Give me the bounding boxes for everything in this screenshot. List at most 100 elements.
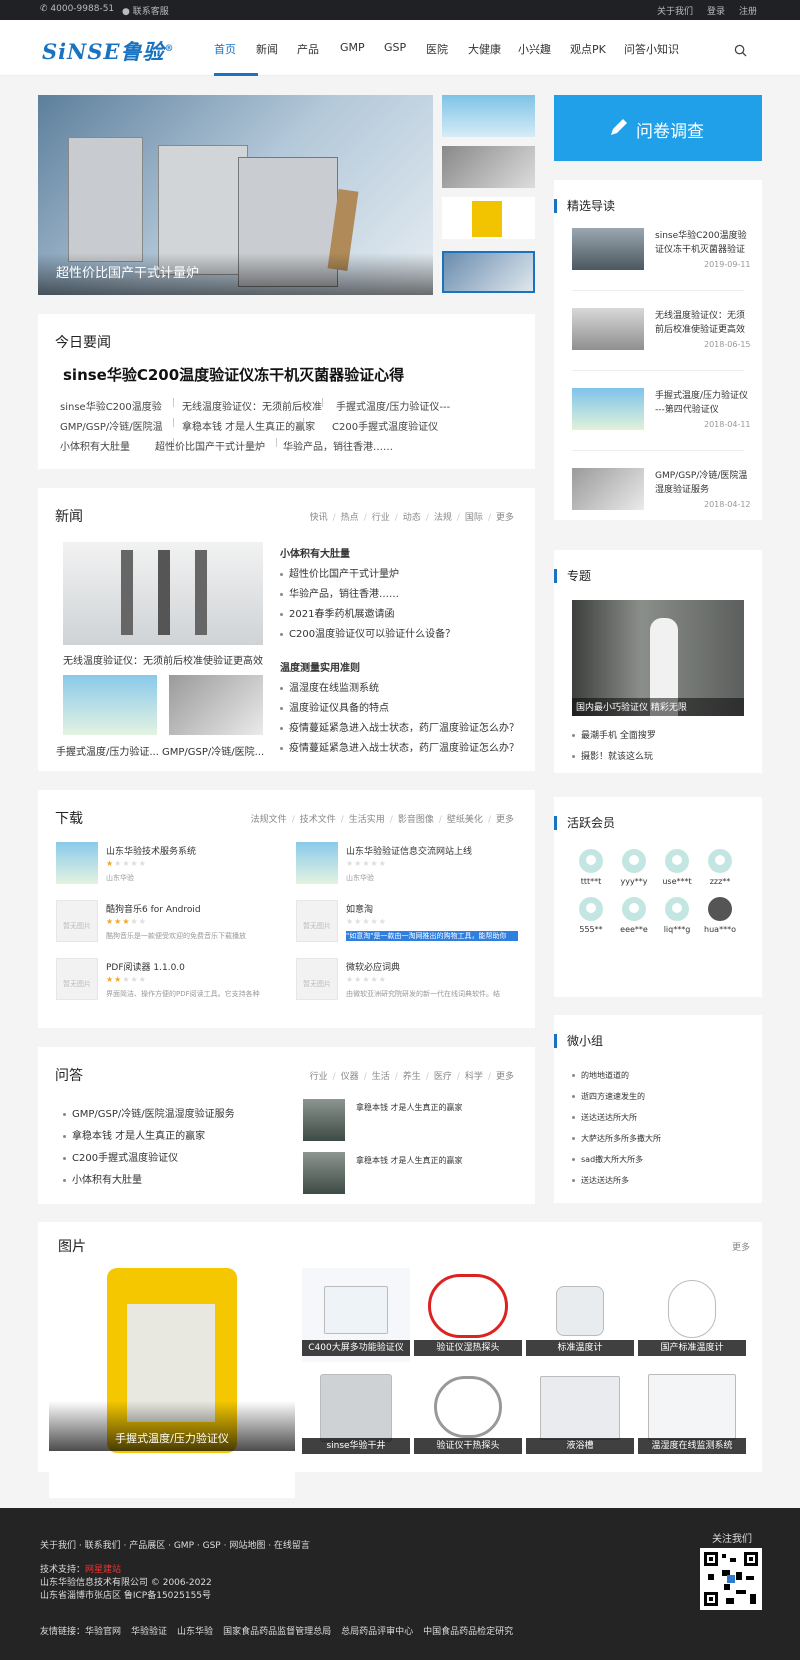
friend-link[interactable]: 山东华验 [177,1627,213,1637]
featured-thumb[interactable] [572,228,644,270]
group-item[interactable]: 的地地道道的 [572,1070,629,1081]
footer-link-2[interactable]: 产品展区 [129,1541,165,1551]
featured-title-line-1[interactable]: sinse华验C200温度验 [655,228,747,241]
member-name[interactable]: ttt**t [572,877,610,886]
featured-thumb[interactable] [572,388,644,430]
news-tab-6[interactable]: 更多 [496,513,514,523]
news-tab-3[interactable]: 动态 [403,513,421,523]
news-main-image[interactable] [63,542,263,645]
site-logo[interactable]: SiNSE鲁验® [42,36,175,66]
group-item[interactable]: 送达送达所多 [572,1175,629,1186]
nav-item-4[interactable]: GSP [384,41,406,54]
login-link[interactable]: 登录 [707,4,725,17]
news-item[interactable]: 华验产品，销往香港…… [280,585,530,600]
qa-tab-4[interactable]: 医疗 [434,1072,452,1082]
qa-item[interactable]: GMP/GSP/冷链/医院温湿度验证服务 [63,1105,235,1120]
news-item[interactable]: 疫情蔓延紧急进入战士状态，药厂温度验证怎么办？ [280,739,530,754]
member-avatar[interactable] [708,897,732,921]
topic-link-2[interactable]: 摄影！就该这么玩 [572,749,653,762]
download-item-name[interactable]: PDF阅读器 1.1.0.0 [106,960,185,973]
download-tab-1[interactable]: 技术文件 [300,815,336,825]
nav-item-7[interactable]: 小兴趣 [518,41,551,57]
member-name[interactable]: use***t [658,877,696,886]
nav-item-1[interactable]: 新闻 [256,41,278,57]
hero-thumb-2[interactable] [442,146,535,188]
qa-tab-6[interactable]: 更多 [496,1072,514,1082]
no-image-placeholder[interactable]: 暂无图片 [56,958,98,1000]
no-image-placeholder[interactable]: 暂无图片 [56,900,98,942]
member-avatar[interactable] [622,849,646,873]
download-item-name[interactable]: 山东华验验证信息交流网站上线 [346,844,472,857]
qa-item[interactable]: 小体积有大肚量 [63,1171,142,1186]
featured-title-line-2[interactable]: ---第四代验证仪 [655,402,719,415]
qa-tab-3[interactable]: 养生 [403,1072,421,1082]
member-avatar[interactable] [622,897,646,921]
nav-item-9[interactable]: 问答小知识 [624,41,679,57]
footer-link-5[interactable]: 网站地图 [229,1541,265,1551]
nav-item-3[interactable]: GMP [340,41,365,54]
news-item[interactable]: C200温度验证仪可以验证什么设备？ [280,625,530,640]
qa-right-1[interactable]: 拿稳本钱 才是人生真正的赢家 [356,1102,463,1113]
member-avatar[interactable] [579,897,603,921]
nav-item-6[interactable]: 大健康 [468,41,501,57]
topic-image[interactable]: 国内最小巧验证仪 精彩无限 [572,600,744,716]
member-name[interactable]: eee**e [615,925,653,934]
news-thumb-1[interactable] [63,675,157,735]
news-group2-title[interactable]: 温度测量实用准则 [280,659,360,674]
news-group1-title[interactable]: 小体积有大肚量 [280,545,350,560]
download-item-name[interactable]: 微软必应词典 [346,960,400,973]
nav-item-8[interactable]: 观点PK [570,41,606,57]
download-tab-5[interactable]: 更多 [496,815,514,825]
group-item[interactable]: 大萨达所多所多撒大所 [572,1133,661,1144]
news-tab-4[interactable]: 法规 [434,513,452,523]
news-item[interactable]: 超性价比国产干式计量炉 [280,565,530,580]
friend-link[interactable]: 国家食品药品监督管理总局 [223,1627,331,1637]
today-link[interactable]: 拿稳本钱 才是人生真正的赢家 [182,418,315,433]
featured-title-line-1[interactable]: GMP/GSP/冷链/医院温 [655,468,747,481]
search-icon[interactable] [734,44,747,57]
featured-title-line-2[interactable]: 湿度验证服务 [655,482,709,495]
friend-link[interactable]: 华验官网 [85,1627,121,1637]
download-item-name[interactable]: 酷狗音乐6 for Android [106,902,201,915]
news-item[interactable]: 2021春季药机展邀请函 [280,605,530,620]
today-headline[interactable]: sinse华验C200温度验证仪冻干机灭菌器验证心得 [63,364,404,385]
nav-item-2[interactable]: 产品 [297,41,319,57]
member-name[interactable]: 555** [572,925,610,934]
hero-thumb-4[interactable] [442,251,535,293]
featured-title-line-2[interactable]: 证仪冻干机灭菌器验证 [655,242,745,255]
news-tab-2[interactable]: 行业 [372,513,390,523]
download-thumb[interactable] [296,842,338,884]
customer-service-link[interactable]: ● 联系客服 [122,4,169,17]
news-item[interactable]: 温湿度在线监测系统 [280,679,530,694]
qa-tab-1[interactable]: 仪器 [341,1072,359,1082]
news-tab-5[interactable]: 国际 [465,513,483,523]
about-link[interactable]: 关于我们 [657,4,693,17]
news-item[interactable]: 温度验证仪具备的特点 [280,699,530,714]
tech-support-link[interactable]: 网星建站 [85,1565,121,1575]
download-tab-0[interactable]: 法规文件 [251,815,287,825]
featured-title-line-1[interactable]: 无线温度验证仪：无须 [655,308,745,321]
qa-tab-5[interactable]: 科学 [465,1072,483,1082]
nav-item-5[interactable]: 医院 [426,41,448,57]
member-name[interactable]: liq***g [658,925,696,934]
group-item[interactable]: sad撒大所大所多 [572,1154,643,1165]
group-item[interactable]: 逝四方速速发生的 [572,1091,645,1102]
member-avatar[interactable] [579,849,603,873]
today-link[interactable]: 华验产品，销往香港…… [283,438,393,453]
qa-thumb-1[interactable] [303,1099,345,1141]
today-link[interactable]: 小体积有大肚量 [60,438,130,453]
no-image-placeholder[interactable]: 暂无图片 [296,958,338,1000]
qa-thumb-2[interactable] [303,1152,345,1194]
today-link[interactable]: 超性价比国产干式计量炉 [155,438,265,453]
today-link[interactable]: GMP/GSP/冷链/医院温 [60,418,163,433]
qa-item[interactable]: 拿稳本钱 才是人生真正的赢家 [63,1127,205,1142]
today-link[interactable]: sinse华验C200温度验 [60,398,162,413]
group-item[interactable]: 送达送达所大所 [572,1112,637,1123]
friend-link[interactable]: 中国食品药品检定研究 [423,1627,513,1637]
hero-slide[interactable]: 超性价比国产干式计量炉 [38,95,433,295]
nav-item-0[interactable]: 首页 [214,41,236,57]
member-name[interactable]: yyy**y [615,877,653,886]
news-tab-1[interactable]: 热点 [341,513,359,523]
download-item-name[interactable]: 如意淘 [346,902,373,915]
member-avatar[interactable] [665,849,689,873]
